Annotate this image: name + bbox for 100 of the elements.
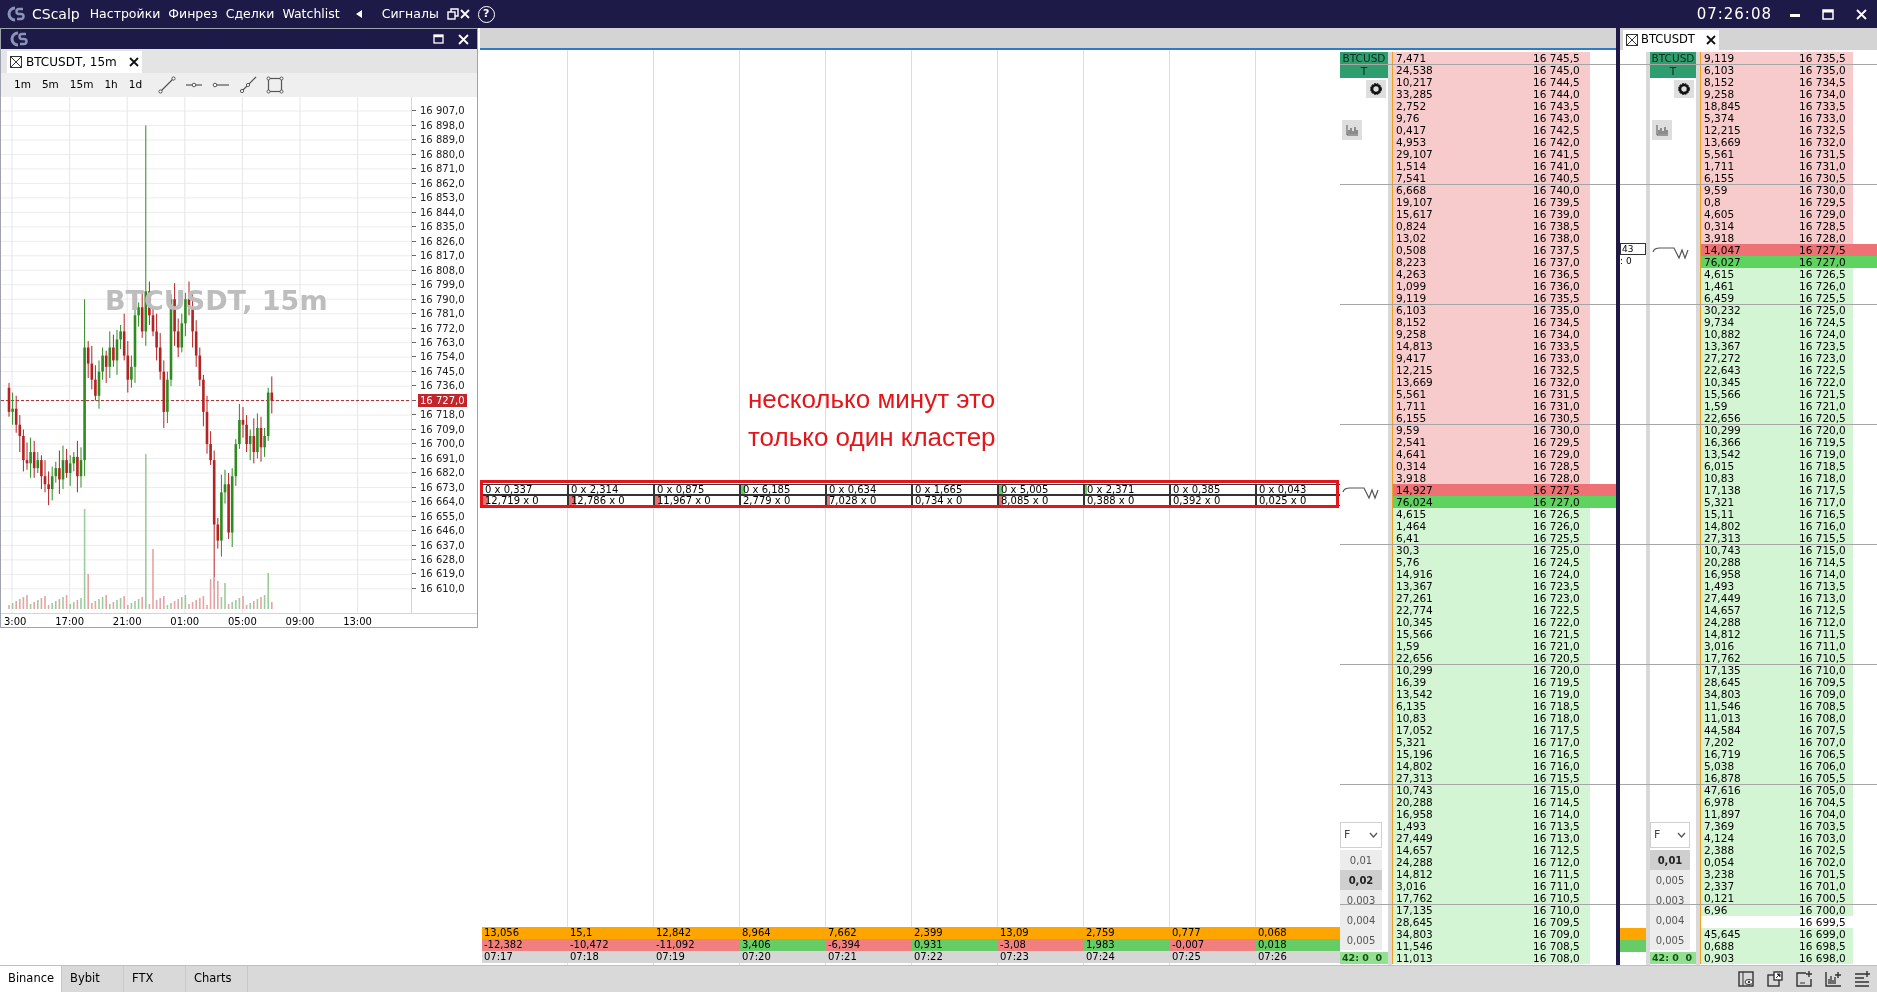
- step-option[interactable]: 0,003: [1340, 890, 1382, 910]
- volume-cell: 1,514: [1392, 160, 1533, 172]
- dropdown-value: F: [1654, 826, 1661, 843]
- view-panel-icon[interactable]: [1738, 971, 1755, 987]
- price-cell: 16 720,5: [1799, 412, 1853, 424]
- add-panel-icon[interactable]: [1796, 971, 1813, 987]
- volume-cell: 4,263: [1392, 268, 1533, 280]
- step-option[interactable]: 0,004: [1340, 910, 1382, 930]
- time-cell: 07:22: [912, 951, 998, 963]
- logo-icon: [9, 31, 29, 47]
- timeframe-button[interactable]: 15m: [68, 77, 95, 93]
- close-icon[interactable]: [1705, 35, 1716, 45]
- volume-cell: 4,641: [1392, 448, 1533, 460]
- exchange-tab[interactable]: Binance: [0, 966, 62, 992]
- price-cell: 16 731,0: [1799, 160, 1853, 172]
- volume-cell: 1,711: [1392, 400, 1533, 412]
- step-option[interactable]: 0,005: [1650, 870, 1690, 890]
- volume-cell: 14,812: [1392, 868, 1533, 880]
- chart-button[interactable]: [1652, 120, 1672, 140]
- volume-cell: 15,617: [1392, 208, 1533, 220]
- timeframe-button[interactable]: 1m: [13, 77, 32, 93]
- price-cell: 16 719,0: [1533, 688, 1590, 700]
- menu-item[interactable]: Сделки: [221, 3, 279, 25]
- wave-icon: [1342, 486, 1380, 500]
- settings-icon: [1678, 83, 1690, 95]
- price-cell: 16 702,0: [1799, 856, 1853, 868]
- book-tab[interactable]: BTCUSDT: [1623, 30, 1719, 50]
- volume-cell: 6,155: [1700, 172, 1799, 184]
- chart-button[interactable]: [1342, 120, 1362, 140]
- volume-cell: 2,541: [1392, 436, 1533, 448]
- close-icon[interactable]: [128, 57, 139, 67]
- settings-button[interactable]: [1366, 80, 1386, 98]
- step-option[interactable]: 0,01: [1340, 850, 1382, 870]
- axis-label: 16 799,0: [419, 278, 466, 292]
- volume-cell: 18,845: [1700, 100, 1799, 112]
- cluster-value: 0,025 x 0: [1259, 496, 1307, 505]
- time-cell: 07:19: [654, 951, 740, 963]
- add-list-icon[interactable]: [1854, 971, 1871, 987]
- price-cell: 16 718,5: [1533, 700, 1590, 712]
- step-option[interactable]: 0,02: [1340, 870, 1382, 890]
- volume-cell: 33,285: [1392, 88, 1533, 100]
- price-cell: 16 717,5: [1533, 724, 1590, 736]
- settings-button[interactable]: [1674, 80, 1694, 98]
- clock: 07:26:08: [1696, 3, 1772, 25]
- volume-cell: 24,288: [1392, 856, 1533, 868]
- menu-item[interactable]: Финрез: [164, 3, 222, 25]
- step-option[interactable]: 0,004: [1650, 910, 1690, 930]
- cluster-value: 8,085 x 0: [1001, 496, 1049, 505]
- timeframe-button[interactable]: 1d: [127, 77, 144, 93]
- popout-icon[interactable]: [1767, 971, 1784, 987]
- axis-label: 16 853,0: [419, 191, 466, 205]
- step-option[interactable]: 0,003: [1650, 890, 1690, 910]
- price-cell: 16 708,0: [1799, 712, 1853, 724]
- restore-icon[interactable]: [446, 8, 459, 20]
- price-cell: 16 721,5: [1533, 628, 1590, 640]
- volume-cell: 1,464: [1392, 520, 1533, 532]
- line-tool-icon[interactable]: [158, 76, 177, 94]
- step-option[interactable]: 0,005: [1340, 930, 1382, 950]
- step-option[interactable]: 0,005: [1650, 930, 1690, 950]
- cluster-value: 12,719 x 0: [485, 496, 539, 505]
- volume-cell: 9,76: [1392, 112, 1533, 124]
- filter-dropdown[interactable]: F: [1650, 822, 1690, 848]
- price-cell: 16 714,5: [1799, 556, 1853, 568]
- price-cell: 16 729,5: [1799, 196, 1853, 208]
- axis-label: 13:00: [342, 615, 373, 629]
- price-cell: 16 729,0: [1799, 208, 1853, 220]
- price-cell: 16 729,0: [1533, 448, 1590, 460]
- filter-dropdown[interactable]: F: [1340, 822, 1382, 848]
- price-cell: 16 730,5: [1799, 172, 1853, 184]
- volume-cell: 9,119: [1392, 292, 1533, 304]
- volume-cell: 13,542: [1392, 688, 1533, 700]
- price-cell: 16 706,5: [1799, 748, 1853, 760]
- row-highlight: [1853, 256, 1877, 268]
- volume-cell: 6,135: [1392, 700, 1533, 712]
- volume-cell: 6,978: [1700, 796, 1799, 808]
- price-cell: 16 712,0: [1533, 856, 1590, 868]
- chart-tab[interactable]: BTCUSDT, 15m: [7, 51, 142, 73]
- step-option[interactable]: 0,01: [1650, 850, 1690, 870]
- menu-item[interactable]: Сигналы: [377, 3, 443, 25]
- tab-label: BTCUSDT, 15m: [26, 54, 117, 71]
- dropdown-value: F: [1344, 826, 1351, 843]
- cluster-value: 0,734 x 0: [915, 496, 963, 505]
- maximize-icon[interactable]: [433, 34, 444, 44]
- menu-item[interactable]: Настройки: [85, 3, 165, 25]
- timeframe-button[interactable]: 1h: [103, 77, 119, 93]
- add-chart-icon[interactable]: [1825, 971, 1842, 987]
- price-cell: 16 724,5: [1533, 556, 1590, 568]
- price-cell: 16 726,0: [1799, 280, 1853, 292]
- time-cell: 07:26: [1256, 951, 1342, 963]
- ray-tool-icon[interactable]: [239, 76, 258, 94]
- time-cell: 07:21: [826, 951, 912, 963]
- price-cell: 16 699,0: [1799, 928, 1853, 940]
- axis-label: 16 736,0: [419, 379, 466, 393]
- volume-cell: 10,345: [1700, 376, 1799, 388]
- price-cell: 16 743,0: [1533, 112, 1590, 124]
- maximize-icon[interactable]: [1822, 8, 1834, 20]
- timeframe-button[interactable]: 5m: [40, 77, 60, 93]
- delta-cell: -0,007: [1170, 939, 1256, 951]
- rectangle-tool-icon[interactable]: [266, 76, 285, 94]
- menu-item[interactable]: Watchlist: [278, 3, 344, 25]
